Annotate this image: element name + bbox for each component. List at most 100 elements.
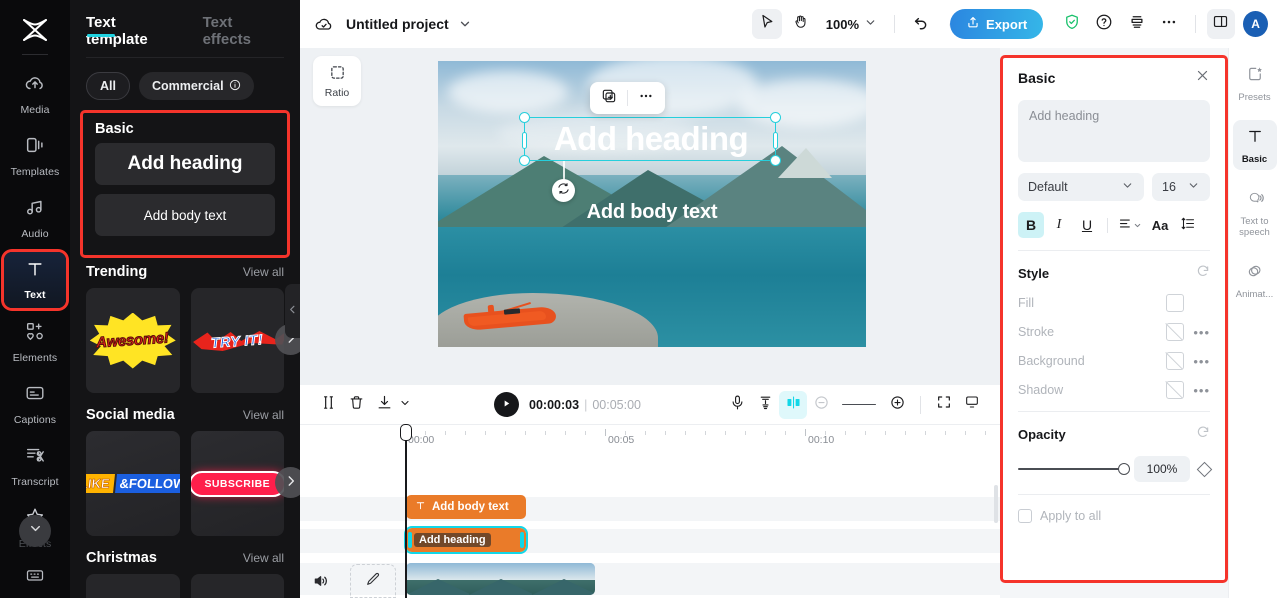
timeline-clip-video[interactable] xyxy=(406,563,595,595)
stroke-more-button[interactable]: ••• xyxy=(1190,325,1210,340)
right-rail-item-text-to-speech[interactable]: Text to speech xyxy=(1233,182,1277,243)
heading-selection-box[interactable]: Add heading xyxy=(519,112,781,166)
delete-clip-button[interactable] xyxy=(342,391,370,419)
chevron-down-icon[interactable] xyxy=(458,17,472,31)
resize-handle-bottom-right[interactable] xyxy=(770,155,781,166)
timeline-area[interactable]: 00:00 00:05 00:10 Add body text Add head… xyxy=(300,424,1000,598)
timeline-playhead[interactable] xyxy=(399,424,412,598)
project-title[interactable]: Untitled project xyxy=(346,16,449,32)
ratio-button[interactable]: Ratio xyxy=(313,56,361,106)
tab-text-effects[interactable]: Text effects xyxy=(203,14,284,57)
playhead-handle[interactable] xyxy=(399,424,412,441)
opacity-value-input[interactable]: 100% xyxy=(1134,456,1190,482)
resize-handle-right[interactable] xyxy=(773,132,778,149)
download-dropdown-button[interactable] xyxy=(398,391,412,419)
mirror-button[interactable] xyxy=(779,390,807,419)
download-button[interactable] xyxy=(370,391,398,419)
italic-button[interactable]: I xyxy=(1046,212,1072,238)
timeline-clip-body-text[interactable]: Add body text xyxy=(406,495,526,519)
sidebar-item-media[interactable]: Media xyxy=(4,66,66,122)
text-content-input[interactable]: Add heading xyxy=(1018,100,1210,162)
text-case-button[interactable]: Aa xyxy=(1147,212,1173,238)
cloud-saved-icon[interactable] xyxy=(314,14,334,34)
font-family-select[interactable]: Default xyxy=(1018,173,1144,201)
keyframe-diamond-icon[interactable] xyxy=(1196,461,1213,477)
stroke-color-swatch[interactable] xyxy=(1166,323,1184,341)
template-card-subscribe[interactable]: SUBSCRIBE xyxy=(190,431,284,536)
select-tool-button[interactable] xyxy=(751,9,782,39)
sidebar-item-captions[interactable]: Captions xyxy=(4,376,66,432)
font-size-select[interactable]: 16 xyxy=(1152,173,1210,201)
style-reset-button[interactable] xyxy=(1196,264,1210,283)
tab-text-template[interactable]: Text template xyxy=(86,14,181,57)
timeline-scrollbar[interactable] xyxy=(994,485,998,523)
template-card-like-follow[interactable]: LIKE &FOLLOW xyxy=(86,431,180,536)
video-canvas[interactable]: Add heading Add body text xyxy=(438,61,866,347)
copy-layer-button[interactable] xyxy=(596,85,622,111)
text-align-button[interactable] xyxy=(1115,212,1145,238)
view-all-christmas[interactable]: View all xyxy=(243,551,284,565)
fill-color-swatch[interactable] xyxy=(1166,294,1184,312)
template-card-christmas-2[interactable] xyxy=(190,574,284,598)
play-button[interactable] xyxy=(494,392,520,417)
undo-button[interactable] xyxy=(906,9,936,39)
close-panel-button[interactable] xyxy=(1195,68,1210,88)
opacity-slider[interactable] xyxy=(1018,463,1130,475)
apply-to-all-checkbox[interactable] xyxy=(1018,509,1032,523)
background-color-swatch[interactable] xyxy=(1166,352,1184,370)
clip-trim-handle-right[interactable] xyxy=(520,532,524,548)
timeline-zoom-slider[interactable] xyxy=(842,403,876,406)
template-card-awesome[interactable]: Awesome! xyxy=(86,288,180,393)
sidebar-item-audio[interactable]: Audio xyxy=(4,190,66,246)
resize-handle-top-left[interactable] xyxy=(519,112,530,123)
view-all-social-media[interactable]: View all xyxy=(243,408,284,422)
capcut-logo-icon[interactable] xyxy=(15,10,55,50)
sidebar-item-templates[interactable]: Templates xyxy=(4,128,66,184)
selection-more-button[interactable] xyxy=(633,85,659,111)
adjust-button[interactable] xyxy=(751,391,779,419)
underline-button[interactable]: U xyxy=(1074,212,1100,238)
right-rail-item-presets[interactable]: Presets xyxy=(1233,58,1277,108)
timeline-zoom-in-button[interactable] xyxy=(883,391,911,419)
filter-pill-all[interactable]: All xyxy=(86,72,130,100)
background-more-button[interactable]: ••• xyxy=(1190,354,1210,369)
track-edit-button[interactable] xyxy=(350,564,396,598)
privacy-shield-button[interactable] xyxy=(1057,9,1086,39)
template-card-try-it[interactable]: TRY IT! xyxy=(190,288,284,393)
shadow-more-button[interactable]: ••• xyxy=(1190,383,1210,398)
shadow-color-swatch[interactable] xyxy=(1166,381,1184,399)
view-all-trending[interactable]: View all xyxy=(243,265,284,279)
expand-sidebar-button[interactable] xyxy=(19,515,51,547)
stack-layers-button[interactable] xyxy=(1122,9,1151,39)
social-media-next-button[interactable] xyxy=(275,467,300,498)
resize-handle-left[interactable] xyxy=(522,132,527,149)
more-options-button[interactable] xyxy=(1155,9,1184,39)
opacity-reset-button[interactable] xyxy=(1196,425,1210,444)
toggle-right-panel-button[interactable] xyxy=(1206,9,1236,39)
filter-pill-commercial[interactable]: Commercial xyxy=(138,72,254,100)
timeline-clip-heading[interactable]: Add heading xyxy=(404,526,528,554)
timeline-zoom-out-button[interactable] xyxy=(807,391,835,419)
resize-handle-bottom-left[interactable] xyxy=(519,155,530,166)
right-rail-item-basic[interactable]: Basic xyxy=(1232,120,1277,170)
track-volume-button[interactable] xyxy=(312,572,330,595)
export-button[interactable]: Export xyxy=(950,9,1044,39)
clip-trim-handle-left[interactable] xyxy=(408,532,412,548)
right-rail-item-animation[interactable]: Animat... xyxy=(1233,255,1277,305)
present-button[interactable] xyxy=(958,391,986,419)
template-add-heading[interactable]: Add heading xyxy=(95,143,275,185)
record-voiceover-button[interactable] xyxy=(723,391,751,419)
template-add-body-text[interactable]: Add body text xyxy=(95,194,275,236)
apply-to-all-row[interactable]: Apply to all xyxy=(1018,509,1210,523)
line-spacing-button[interactable] xyxy=(1175,212,1201,238)
collapse-panel-button[interactable] xyxy=(285,284,300,338)
zoom-level-control[interactable]: 100% xyxy=(826,16,877,32)
hand-tool-button[interactable] xyxy=(786,9,816,39)
fullscreen-button[interactable] xyxy=(930,391,958,419)
split-clip-button[interactable] xyxy=(314,391,342,419)
sidebar-item-transcript[interactable]: Transcript xyxy=(4,438,66,494)
resize-handle-top-right[interactable] xyxy=(770,112,781,123)
keyboard-shortcuts-button[interactable] xyxy=(0,565,70,590)
bold-button[interactable]: B xyxy=(1018,212,1044,238)
rotate-handle-button[interactable] xyxy=(552,179,575,202)
